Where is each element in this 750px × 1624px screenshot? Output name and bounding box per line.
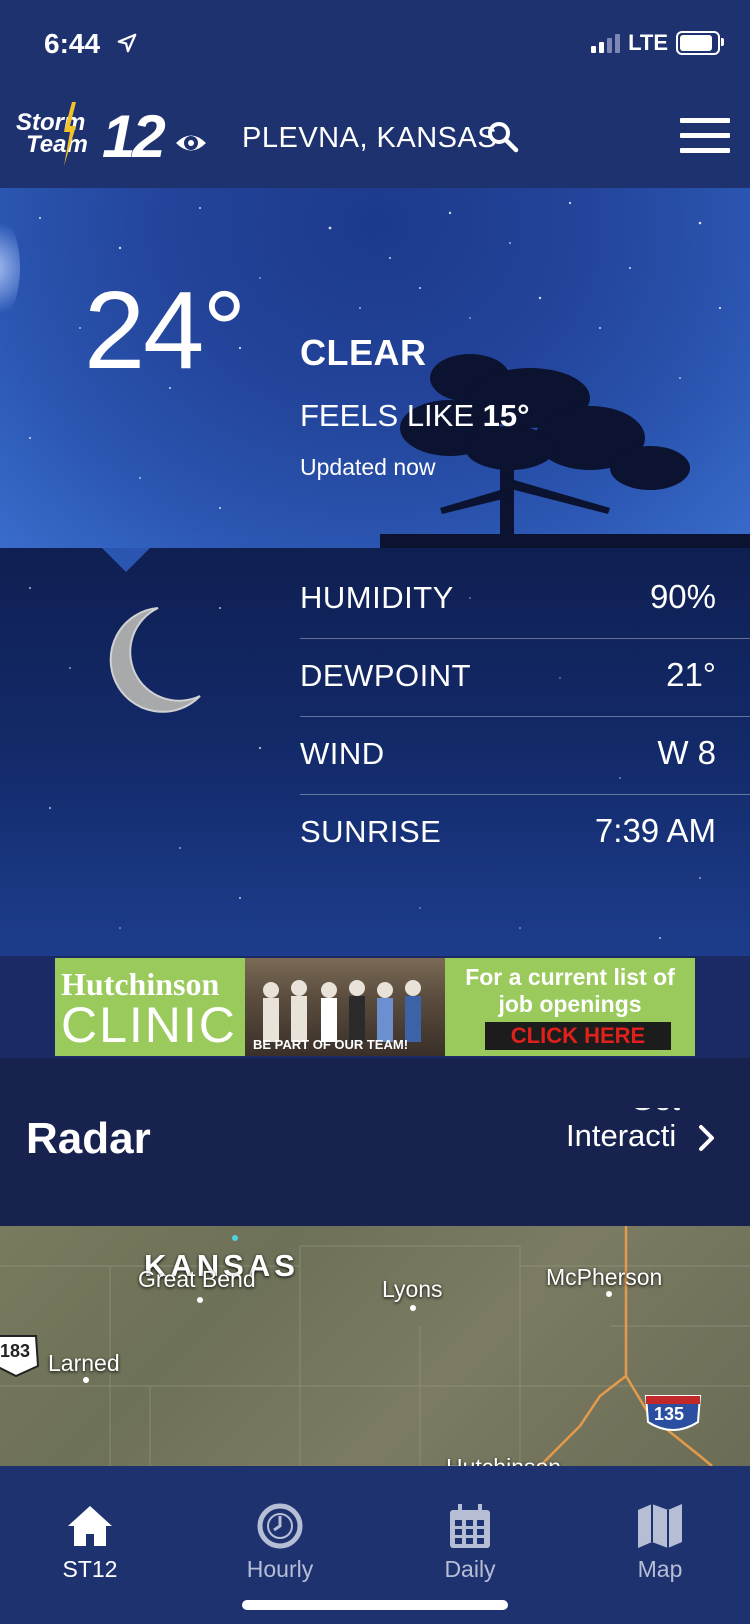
section-pointer [100, 548, 152, 572]
logo-number: 12 [102, 103, 166, 170]
current-temperature: 24° [84, 269, 246, 392]
location-arrow-icon [117, 33, 137, 53]
stat-value: 90% [649, 578, 716, 615]
battery-icon [676, 31, 724, 55]
map-icon [638, 1504, 682, 1548]
ad-message: For a current list of job openings [465, 964, 675, 1017]
map-city-label: Larned [48, 1350, 120, 1376]
route-shield-number: 183 [0, 1341, 31, 1361]
interstate-shield-number: 135 [654, 1404, 685, 1424]
tab-label: ST12 [62, 1556, 118, 1582]
ad-brand-line2: CLINIC [61, 997, 237, 1053]
current-conditions-hero: 24° CLEAR FEELS LIKE 15° Updated now [0, 188, 750, 548]
app-header: Storm Team 12 PLEVNA, KANSAS [0, 92, 750, 188]
network-type: LTE [628, 30, 668, 55]
stat-row-dewpoint: DEWPOINT 21° [300, 638, 750, 717]
map-city-label: McPherson [546, 1264, 663, 1290]
people-photo-icon [263, 980, 421, 1042]
feels-like: FEELS LIKE 15° [300, 398, 530, 434]
logo-word-team: Team [26, 131, 88, 158]
map-city-label: Great Bend [138, 1266, 256, 1292]
tab-daily[interactable]: Daily [410, 1502, 530, 1583]
status-time: 6:44 [44, 28, 101, 59]
map-city-label: Lyons [382, 1276, 443, 1302]
map-city-label: Hutchinson [446, 1454, 561, 1466]
ad-click-here-button[interactable]: CLICK HERE [485, 1022, 671, 1050]
moon-icon [109, 607, 201, 713]
search-icon[interactable] [486, 120, 520, 154]
map-terrain [0, 1226, 750, 1466]
feels-like-value: 15° [482, 398, 530, 433]
stat-value: 21° [666, 656, 716, 693]
home-indicator[interactable] [242, 1600, 508, 1610]
stat-value: W 8 [657, 734, 716, 771]
tree-silhouette [380, 354, 750, 548]
clock-icon [257, 1503, 303, 1549]
updated-timestamp: Updated now [300, 454, 436, 480]
ad-team-photo: BE PART OF OUR TEAM! [245, 958, 445, 1056]
radar-title: Radar [26, 1114, 151, 1163]
home-icon [68, 1506, 112, 1546]
stat-label: DEWPOINT [300, 658, 472, 693]
tab-st12[interactable]: ST12 [30, 1502, 150, 1583]
stat-row-sunrise: SUNRISE 7:39 AM [300, 794, 750, 872]
get-interactive-radar-link[interactable]: Get Interacti [566, 1108, 716, 1168]
radar-link-main-text: Interacti [566, 1118, 677, 1153]
storm-team-12-logo[interactable]: Storm Team 12 [16, 102, 206, 172]
radar-link-ghost-text: Get [630, 1108, 680, 1118]
stat-label: SUNRISE [300, 814, 442, 849]
conditions-details: HUMIDITY 90% DEWPOINT 21° WIND W 8 SUNRI… [0, 548, 750, 956]
status-bar: 6:44 LTE [0, 0, 750, 92]
stat-label: HUMIDITY [300, 580, 454, 615]
radar-link-text: Get Interacti [566, 1108, 684, 1168]
cellular-signal-icon [591, 33, 621, 53]
tab-label: Map [637, 1556, 683, 1582]
hutchinson-clinic-ad[interactable]: Hutchinson CLINIC BE PART OF OUR TEAM! F… [55, 958, 695, 1056]
status-indicators: LTE [591, 30, 724, 56]
stat-value: 7:39 AM [594, 812, 716, 849]
menu-icon[interactable] [680, 118, 730, 154]
ad-brand: Hutchinson CLINIC [55, 958, 245, 1056]
tab-label: Daily [444, 1556, 496, 1582]
stat-label: WIND [300, 736, 385, 771]
tab-label: Hourly [246, 1556, 314, 1582]
radar-section-header: Radar Get Interacti [0, 1058, 750, 1226]
cbs-eye-icon [176, 135, 206, 151]
radar-map-preview[interactable]: KANSAS Great Bend Lyons McPherson Larned… [0, 1226, 750, 1466]
calendar-icon [450, 1504, 490, 1548]
location-name[interactable]: PLEVNA, KANSAS [242, 122, 497, 155]
stat-row-humidity: HUMIDITY 90% [300, 560, 750, 639]
tab-hourly[interactable]: Hourly [220, 1502, 340, 1583]
ad-band: Hutchinson CLINIC BE PART OF OUR TEAM! F… [0, 956, 750, 1058]
condition-text: CLEAR [300, 332, 427, 373]
feels-like-label: FEELS LIKE [300, 398, 475, 433]
tab-map[interactable]: Map [600, 1502, 720, 1583]
lightning-bolt-icon [64, 102, 76, 166]
stat-row-wind: WIND W 8 [300, 716, 750, 795]
ad-photo-caption: BE PART OF OUR TEAM! [253, 1037, 409, 1052]
chevron-right-icon [699, 1125, 714, 1151]
